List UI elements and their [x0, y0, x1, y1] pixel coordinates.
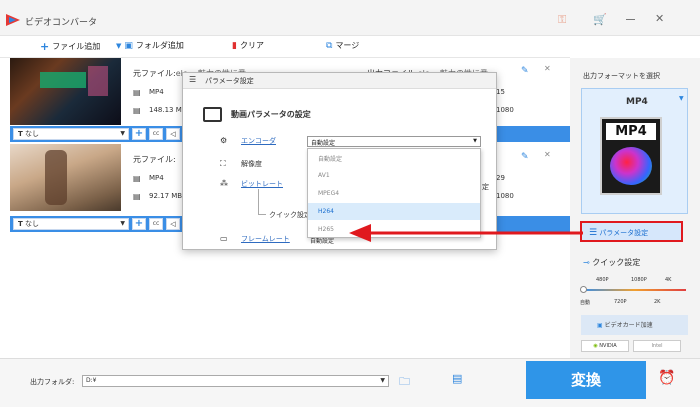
- video-thumbnail[interactable]: [10, 58, 121, 125]
- encoder-option[interactable]: AV1: [308, 167, 480, 184]
- output-folder-icon[interactable]: ▤: [452, 372, 462, 385]
- audio-icon[interactable]: ◁: [166, 218, 180, 230]
- sliders-icon: ☰: [589, 228, 598, 238]
- format-dropdown-icon[interactable]: ▼: [679, 95, 684, 102]
- encoder-option[interactable]: MPEG4: [308, 185, 480, 202]
- bitrate-tail: 定: [482, 183, 489, 191]
- format-icon: ▤: [133, 88, 141, 97]
- remove-icon[interactable]: ✕: [544, 150, 551, 159]
- parameter-settings-button[interactable]: ☰ パラメータ設定: [580, 221, 683, 242]
- format-card[interactable]: MP4 ▼ MP4: [581, 88, 688, 214]
- audio-icon[interactable]: ◁: [166, 128, 180, 140]
- output-duration: 29: [496, 174, 505, 182]
- quality-slider-handle[interactable]: [580, 286, 587, 293]
- intel-badge: Intel: [633, 340, 681, 352]
- subtitle-select[interactable]: T なし ▼: [13, 218, 129, 230]
- sliders-icon: ☰: [189, 75, 197, 84]
- dialog-title: パラメータ設定: [205, 77, 254, 85]
- quick-settings-label: クイック設定: [269, 211, 311, 219]
- edit-icon[interactable]: ✎: [521, 152, 529, 162]
- quick-settings-label: ⊸ クイック設定: [583, 258, 641, 267]
- app-logo-icon: [6, 14, 20, 26]
- clear-button[interactable]: ▮ クリア: [232, 40, 264, 51]
- add-file-button[interactable]: + ファイル追加: [40, 40, 100, 53]
- add-folder-button[interactable]: ▼ ▣ フォルダ追加: [116, 40, 184, 51]
- annotation-arrow: [349, 224, 583, 242]
- toolbar: + ファイル追加 ▼ ▣ フォルダ追加 ▮ クリア ⧉ マージ: [0, 36, 570, 58]
- add-subtitle-button[interactable]: +: [132, 218, 146, 230]
- title-bar: ビデオコンバータ ⚿ 🛒 ✕: [0, 0, 700, 36]
- resolution-label: 解像度: [241, 160, 262, 168]
- cc-icon[interactable]: cc: [149, 128, 163, 140]
- source-format: MP4: [149, 174, 164, 182]
- source-size: 148.13 MB: [149, 106, 187, 114]
- bitrate-icon: ⁂: [220, 179, 228, 188]
- key-icon[interactable]: ⚿: [558, 13, 566, 27]
- output-resolution: 1080: [496, 106, 514, 114]
- video-thumbnail[interactable]: [10, 144, 121, 211]
- edit-icon[interactable]: ✎: [521, 66, 529, 76]
- source-format: MP4: [149, 88, 164, 96]
- remove-icon[interactable]: ✕: [544, 64, 551, 73]
- framerate-label[interactable]: フレームレート: [241, 234, 290, 244]
- scale-top-480: 480P: [596, 277, 609, 283]
- format-icon: ▤: [133, 174, 141, 183]
- subtitle-select[interactable]: T なし ▼: [13, 128, 129, 140]
- gpu-acceleration-button[interactable]: ▣ ビデオカード加速: [581, 315, 688, 335]
- encoder-label[interactable]: エンコーダ: [241, 136, 276, 146]
- encoder-option-selected[interactable]: H264: [308, 203, 480, 220]
- output-resolution: 1080: [496, 192, 514, 200]
- scale-bottom-2k: 2K: [654, 299, 661, 305]
- output-folder-label: 出力フォルダ:: [30, 378, 75, 386]
- scale-top-1080: 1080P: [631, 277, 647, 283]
- scale-top-4k: 4K: [665, 277, 672, 283]
- bottom-bar: 出力フォルダ: D:¥ ▼ 🗀 ▤ 変換 ⏰: [0, 358, 700, 407]
- alarm-clock-icon[interactable]: ⏰: [658, 370, 675, 386]
- framerate-icon: ▭: [220, 234, 228, 243]
- dialog-titlebar: ☰ パラメータ設定: [183, 73, 496, 89]
- resolution-icon: ⛶: [220, 159, 226, 168]
- merge-icon: ⧉: [326, 40, 333, 51]
- dropdown-arrow-icon: ▼: [116, 41, 122, 50]
- section-title: 動画パラメータの設定: [231, 110, 311, 119]
- add-subtitle-button[interactable]: +: [132, 128, 146, 140]
- app-title: ビデオコンバータ: [25, 18, 98, 28]
- mp4-file-icon: MP4: [600, 117, 662, 195]
- plus-icon: +: [40, 40, 50, 53]
- text-icon: T: [18, 220, 23, 228]
- quality-slider[interactable]: [583, 289, 686, 291]
- cc-icon[interactable]: cc: [149, 218, 163, 230]
- size-icon: ▤: [133, 106, 141, 115]
- film-icon: [203, 107, 222, 122]
- size-icon: ▤: [133, 192, 141, 201]
- scale-bottom-auto: 自動: [580, 300, 591, 306]
- open-folder-icon[interactable]: 🗀: [399, 373, 410, 392]
- encoder-option[interactable]: 自動設定: [308, 149, 480, 166]
- source-file-label: 元ファイル:: [133, 155, 176, 164]
- output-duration: 15: [496, 88, 505, 96]
- close-button[interactable]: ✕: [655, 12, 664, 25]
- scale-bottom-720: 720P: [614, 299, 627, 305]
- minimize-button[interactable]: [626, 19, 635, 20]
- dropdown-arrow-icon: ▼: [473, 138, 477, 144]
- encoder-icon: ⚙: [220, 136, 228, 145]
- trash-icon: ▮: [232, 40, 237, 51]
- output-folder-input[interactable]: D:¥ ▼: [82, 375, 389, 387]
- merge-button[interactable]: ⧉ マージ: [326, 40, 359, 51]
- text-icon: T: [18, 130, 23, 138]
- gpu-icon: ▣: [597, 322, 603, 329]
- folder-icon: ▣: [124, 40, 133, 51]
- tree-line: [258, 214, 266, 215]
- source-size: 92.17 MB: [149, 192, 183, 200]
- cart-icon[interactable]: 🛒: [593, 13, 607, 26]
- right-panel: 出力フォーマットを選択 MP4 ▼ MP4 ☰ パラメータ設定 ⊸ クイック設定…: [570, 58, 700, 358]
- tree-line: [258, 189, 259, 215]
- encoder-select[interactable]: 自動設定 ▼: [307, 136, 481, 147]
- bitrate-label[interactable]: ビットレート: [241, 179, 283, 189]
- nvidia-badge: ◉ NVIDIA: [581, 340, 629, 352]
- format-name: MP4: [626, 97, 648, 107]
- output-format-label: 出力フォーマットを選択: [583, 72, 660, 80]
- convert-button[interactable]: 変換: [526, 361, 646, 399]
